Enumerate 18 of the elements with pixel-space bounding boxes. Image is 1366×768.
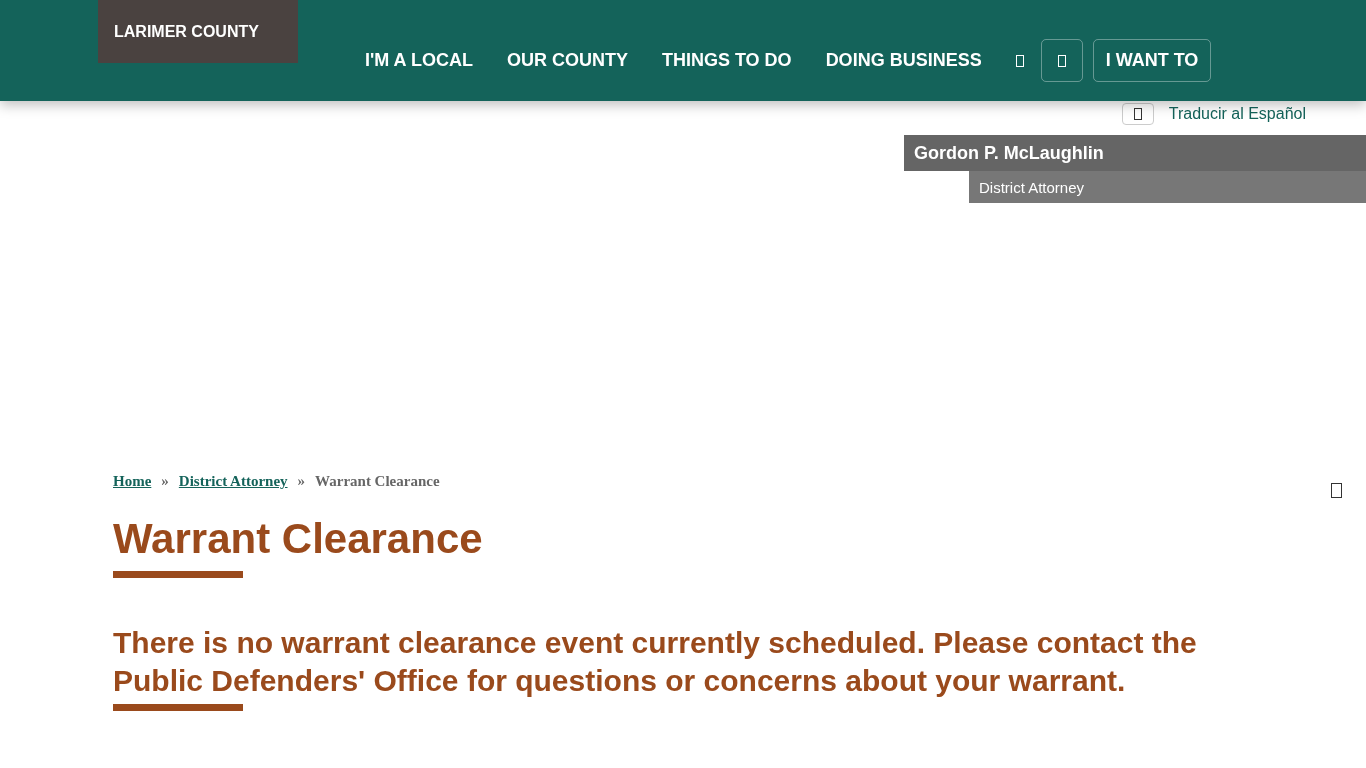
i-want-to-button[interactable]: I WANT TO xyxy=(1092,39,1212,82)
logo-text: LARIMER COUNTY xyxy=(114,22,259,41)
breadcrumb-link[interactable]: District Attorney xyxy=(178,473,288,490)
official-title: District Attorney xyxy=(969,171,1366,203)
translate-link[interactable]: Traducir al Español xyxy=(1168,105,1306,123)
notice-text: There is no warrant clearance event currently scheduled. Please contact the Public Defenders' Office for questions or concerns about your warrant. xyxy=(113,625,1198,699)
nav-link[interactable]: THINGS TO DO xyxy=(644,39,809,82)
page-title: Warrant Clearance xyxy=(113,515,484,563)
nav-link[interactable]: I'M A LOCAL xyxy=(348,39,490,82)
official-name: Gordon P. McLaughlin xyxy=(904,135,1366,171)
nav-link[interactable]: OUR COUNTY xyxy=(489,39,645,82)
breadcrumb-current: » xyxy=(297,473,306,490)
translate-button[interactable] xyxy=(1121,103,1154,125)
breadcrumb-current: » xyxy=(161,473,169,490)
breadcrumb-current: Warrant Clearance xyxy=(315,473,440,490)
breadcrumb-link[interactable]: Home xyxy=(113,473,152,490)
logo[interactable]: LARIMER COUNTY xyxy=(98,0,298,63)
nav-link[interactable]: DOING BUSINESS xyxy=(808,39,999,82)
